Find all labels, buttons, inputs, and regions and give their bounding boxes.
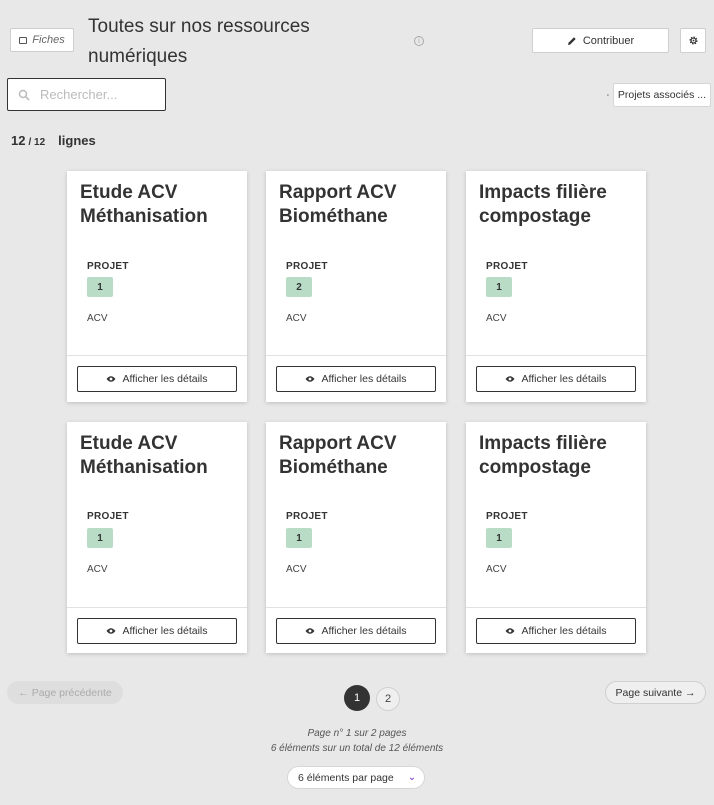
card-title[interactable]: Etude ACV Méthanisation — [80, 181, 240, 229]
eye-icon — [505, 628, 515, 634]
card-divider — [466, 355, 646, 356]
show-details-label: Afficher les détails — [521, 625, 607, 637]
card-divider — [266, 355, 446, 356]
pagination-info-pages: Page n° 1 sur 2 pages — [307, 728, 407, 739]
filter-icon — [607, 94, 609, 96]
items-per-page-value: 6 éléments par page — [298, 771, 394, 784]
search-box[interactable] — [7, 78, 166, 111]
card-project-label: PROJET — [486, 511, 528, 522]
fiches-button[interactable]: Fiches — [10, 28, 74, 52]
show-details-button[interactable]: Afficher les détails — [476, 618, 636, 644]
results-count: 12 / 12 lignes — [11, 133, 96, 148]
card-title[interactable]: Impacts filière compostage — [479, 181, 639, 229]
pagination-info: Page n° 1 sur 2 pages 6 éléments sur un … — [0, 726, 714, 756]
show-details-label: Afficher les détails — [122, 373, 208, 385]
show-details-button[interactable]: Afficher les détails — [77, 366, 237, 392]
show-details-label: Afficher les détails — [321, 373, 407, 385]
card-project-badge: 1 — [87, 528, 113, 548]
pencil-icon — [567, 36, 576, 45]
search-input[interactable] — [40, 87, 150, 102]
card-project-badge: 1 — [87, 277, 113, 297]
settings-button[interactable] — [680, 28, 706, 53]
eye-icon — [106, 628, 116, 634]
resource-card: Etude ACV Méthanisation PROJET 1 ACV Aff… — [67, 171, 247, 402]
eye-icon — [305, 628, 315, 634]
card-tag: ACV — [87, 313, 108, 324]
results-shown: 12 — [11, 133, 26, 148]
top-bar: Fiches Toutes sur nos ressources numériq… — [0, 0, 714, 80]
resource-card: Rapport ACV Biométhane PROJET 2 ACV Affi… — [266, 171, 446, 402]
show-details-label: Afficher les détails — [122, 625, 208, 637]
card-project-label: PROJET — [87, 261, 129, 272]
eye-icon — [505, 376, 515, 382]
eye-icon — [106, 376, 116, 382]
page-1-button[interactable]: 1 — [344, 685, 370, 711]
page-2-button[interactable]: 2 — [376, 687, 400, 711]
fiches-icon — [19, 36, 28, 44]
projects-filter-label: Projets associés ... — [612, 83, 711, 107]
card-divider — [266, 607, 446, 608]
card-project-badge: 2 — [286, 277, 312, 297]
resource-card: Rapport ACV Biométhane PROJET 1 ACV Affi… — [266, 422, 446, 653]
show-details-button[interactable]: Afficher les détails — [77, 618, 237, 644]
page-title: Toutes sur nos ressources numériques — [88, 16, 310, 67]
results-total: / 12 — [28, 137, 46, 148]
card-title[interactable]: Etude ACV Méthanisation — [80, 432, 240, 480]
pagination-info-items: 6 éléments sur un total de 12 éléments — [270, 743, 444, 754]
card-tag: ACV — [87, 564, 108, 575]
card-tag: ACV — [486, 313, 507, 324]
resource-card: Impacts filière compostage PROJET 1 ACV … — [466, 171, 646, 402]
card-project-label: PROJET — [87, 511, 129, 522]
card-project-badge: 1 — [486, 277, 512, 297]
card-project-badge: 1 — [486, 528, 512, 548]
card-divider — [466, 607, 646, 608]
show-details-button[interactable]: Afficher les détails — [276, 366, 436, 392]
card-title[interactable]: Impacts filière compostage — [479, 432, 639, 480]
show-details-label: Afficher les détails — [521, 373, 607, 385]
resource-card: Etude ACV Méthanisation PROJET 1 ACV Aff… — [67, 422, 247, 653]
card-divider — [67, 607, 247, 608]
previous-page-button[interactable]: ← Page précédente — [7, 681, 123, 704]
show-details-button[interactable]: Afficher les détails — [276, 618, 436, 644]
resource-card: Impacts filière compostage PROJET 1 ACV … — [466, 422, 646, 653]
gear-icon — [688, 36, 698, 45]
contribute-button[interactable]: Contribuer — [532, 28, 669, 53]
card-title[interactable]: Rapport ACV Biométhane — [279, 432, 439, 480]
card-tag: ACV — [286, 313, 307, 324]
card-project-badge: 1 — [286, 528, 312, 548]
items-per-page-select[interactable]: 6 éléments par page ⌄ — [287, 766, 425, 789]
next-page-button[interactable]: Page suivante → — [605, 681, 706, 704]
card-title[interactable]: Rapport ACV Biométhane — [279, 181, 439, 229]
info-icon[interactable]: i — [414, 36, 424, 46]
card-project-label: PROJET — [486, 261, 528, 272]
eye-icon — [305, 376, 315, 382]
show-details-label: Afficher les détails — [321, 625, 407, 637]
card-project-label: PROJET — [286, 511, 328, 522]
results-unit: lignes — [58, 133, 96, 148]
chevron-down-icon: ⌄ — [407, 772, 417, 783]
contribute-label: Contribuer — [582, 34, 635, 47]
card-tag: ACV — [486, 564, 507, 575]
card-project-label: PROJET — [286, 261, 328, 272]
fiches-label: Fiches — [32, 34, 65, 46]
card-tag: ACV — [286, 564, 307, 575]
show-details-button[interactable]: Afficher les détails — [476, 366, 636, 392]
search-icon — [18, 89, 30, 101]
card-divider — [67, 355, 247, 356]
projects-filter-button[interactable]: Projets associés ... — [607, 83, 711, 107]
